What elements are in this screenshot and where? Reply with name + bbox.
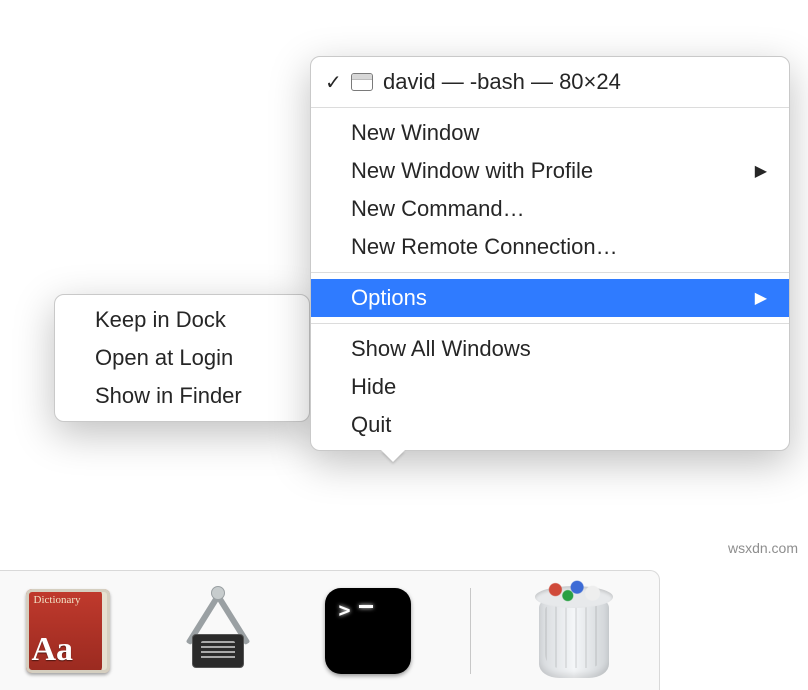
dock-app-terminal[interactable]: [320, 583, 415, 678]
menu-item-label: Hide: [351, 374, 396, 400]
menu-item-new-window-profile[interactable]: New Window with Profile ▶: [311, 152, 789, 190]
window-icon: [351, 73, 373, 91]
compass-chip-icon: [173, 586, 263, 676]
menu-item-label: New Command…: [351, 196, 525, 222]
terminal-icon: [325, 588, 411, 674]
menu-item-open-at-login[interactable]: Open at Login: [55, 339, 309, 377]
watermark-text: wsxdn.com: [728, 540, 798, 556]
menu-item-label: Show All Windows: [351, 336, 531, 362]
menu-item-new-command[interactable]: New Command…: [311, 190, 789, 228]
dock-app-atelier[interactable]: [170, 583, 265, 678]
menu-item-label: Quit: [351, 412, 391, 438]
menu-item-label: Open at Login: [95, 345, 233, 371]
menu-item-quit[interactable]: Quit: [311, 406, 789, 444]
menu-item-label: Options: [351, 285, 427, 311]
dock-trash[interactable]: [526, 583, 621, 678]
menu-item-label: New Window: [351, 120, 479, 146]
menu-item-hide[interactable]: Hide: [311, 368, 789, 406]
dock-separator: [470, 588, 471, 674]
dictionary-icon: [26, 589, 110, 673]
menu-item-keep-in-dock[interactable]: Keep in Dock: [55, 301, 309, 339]
menu-item-label: Show in Finder: [95, 383, 242, 409]
menu-item-options[interactable]: Options ▶: [311, 279, 789, 317]
menu-item-show-all-windows[interactable]: Show All Windows: [311, 330, 789, 368]
dock-options-submenu: Keep in Dock Open at Login Show in Finde…: [54, 294, 310, 422]
menu-item-new-window[interactable]: New Window: [311, 114, 789, 152]
menu-item-new-remote-connection[interactable]: New Remote Connection…: [311, 228, 789, 266]
dock-context-menu: david — -bash — 80×24 New Window New Win…: [310, 56, 790, 451]
dock-app-dictionary[interactable]: [20, 583, 115, 678]
menu-item-show-in-finder[interactable]: Show in Finder: [55, 377, 309, 415]
menu-item-label: Keep in Dock: [95, 307, 226, 333]
chevron-right-icon: ▶: [755, 288, 767, 308]
dock: [0, 570, 660, 690]
chevron-right-icon: ▶: [755, 161, 767, 181]
menu-separator: [311, 107, 789, 108]
menu-pointer-icon: [381, 450, 405, 462]
menu-separator: [311, 272, 789, 273]
menu-item-label: New Remote Connection…: [351, 234, 618, 260]
menu-item-label: david — -bash — 80×24: [383, 69, 621, 95]
trash-full-icon: [535, 584, 613, 678]
menu-item-label: New Window with Profile: [351, 158, 593, 184]
menu-item-current-window[interactable]: david — -bash — 80×24: [311, 63, 789, 101]
menu-separator: [311, 323, 789, 324]
